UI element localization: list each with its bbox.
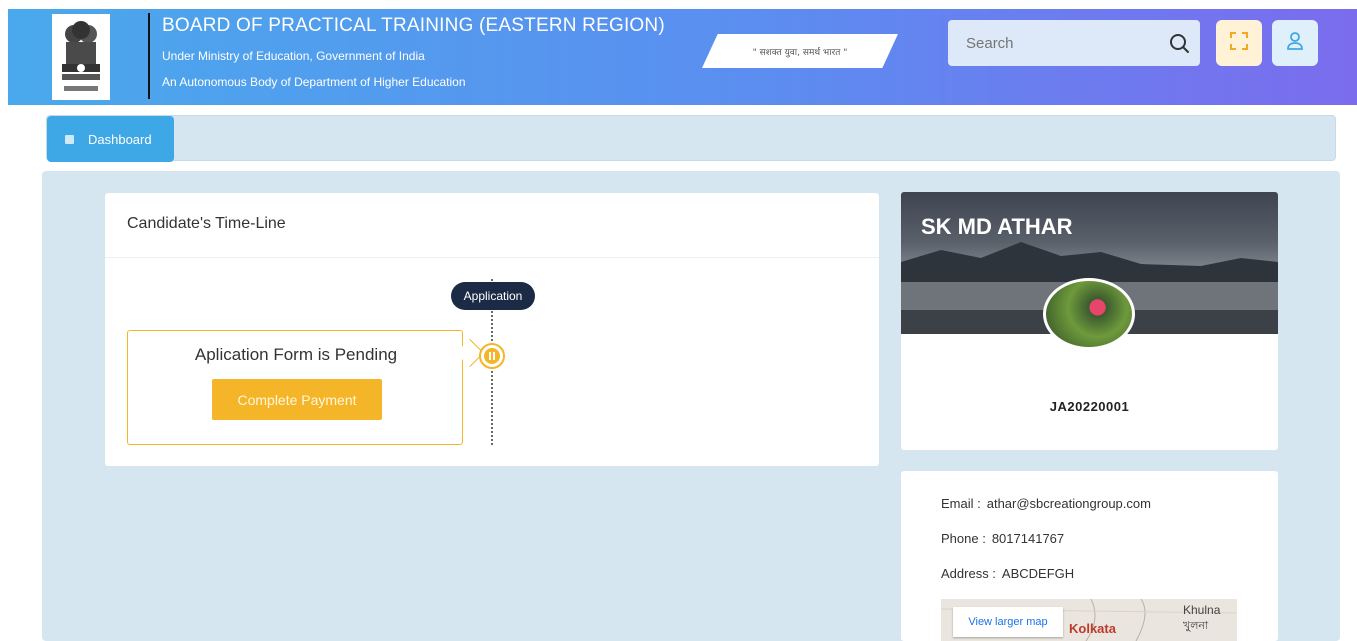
org-subtitle-ministry: Under Ministry of Education, Government … bbox=[162, 49, 425, 63]
national-emblem-logo bbox=[52, 14, 110, 100]
timeline-divider bbox=[105, 257, 879, 258]
header-divider bbox=[148, 13, 150, 99]
profile-id: JA20220001 bbox=[1049, 399, 1130, 414]
slogan-banner: " सशक्त युवा, समर्थ भारत " bbox=[702, 34, 898, 68]
profile-name: SK MD ATHAR bbox=[921, 214, 1073, 239]
address-label: Address : bbox=[941, 566, 996, 581]
email-label: Email : bbox=[941, 496, 981, 511]
contact-card: Email : athar@sbcreationgroup.com Phone :… bbox=[901, 471, 1278, 641]
dashboard-icon bbox=[65, 134, 74, 144]
phone-value: 8017141767 bbox=[991, 531, 1065, 546]
breadcrumb-dashboard-label: Dashboard bbox=[88, 131, 152, 147]
contact-email-row: Email : athar@sbcreationgroup.com bbox=[941, 496, 1151, 511]
contact-phone-row: Phone : 8017141767 bbox=[941, 531, 1064, 546]
user-icon bbox=[1285, 31, 1305, 56]
org-title: BOARD OF PRACTICAL TRAINING (EASTERN REG… bbox=[162, 15, 665, 36]
profile-card: SK MD ATHAR JA20220001 bbox=[901, 192, 1278, 450]
map-label-kolkata: Kolkata bbox=[1069, 621, 1116, 636]
pending-pause-icon bbox=[479, 343, 505, 369]
timeline-card: Candidate's Time-Line Application Aplica… bbox=[105, 193, 879, 466]
timeline-status-text: Aplication Form is Pending bbox=[194, 345, 398, 364]
search-icon[interactable] bbox=[1168, 32, 1190, 54]
phone-label: Phone : bbox=[941, 531, 986, 546]
email-value: athar@sbcreationgroup.com bbox=[986, 496, 1151, 511]
complete-payment-button[interactable]: Complete Payment bbox=[212, 379, 382, 420]
user-profile-button[interactable] bbox=[1272, 20, 1318, 66]
map-label-khulna: Khulna bbox=[1183, 603, 1221, 617]
breadcrumb: Dashboard bbox=[46, 115, 1336, 162]
view-larger-map-link[interactable]: View larger map bbox=[953, 607, 1063, 637]
contact-address-row: Address : ABCDEFGH bbox=[941, 566, 1074, 581]
breadcrumb-dashboard[interactable]: Dashboard bbox=[47, 116, 174, 162]
search-input[interactable] bbox=[948, 20, 1158, 66]
timeline-event-box: Aplication Form is Pending Complete Paym… bbox=[127, 330, 463, 445]
search-box bbox=[948, 20, 1200, 66]
address-value: ABCDEFGH bbox=[1001, 566, 1075, 581]
timeline-stage-label: Application bbox=[451, 282, 535, 310]
avatar bbox=[1043, 278, 1135, 350]
org-subtitle-department: An Autonomous Body of Department of High… bbox=[162, 75, 466, 89]
fullscreen-icon bbox=[1229, 31, 1249, 56]
timeline-title: Candidate's Time-Line bbox=[127, 215, 286, 232]
fullscreen-button[interactable] bbox=[1216, 20, 1262, 66]
map-label-khulna-bengali: খুলনা bbox=[1183, 619, 1209, 632]
